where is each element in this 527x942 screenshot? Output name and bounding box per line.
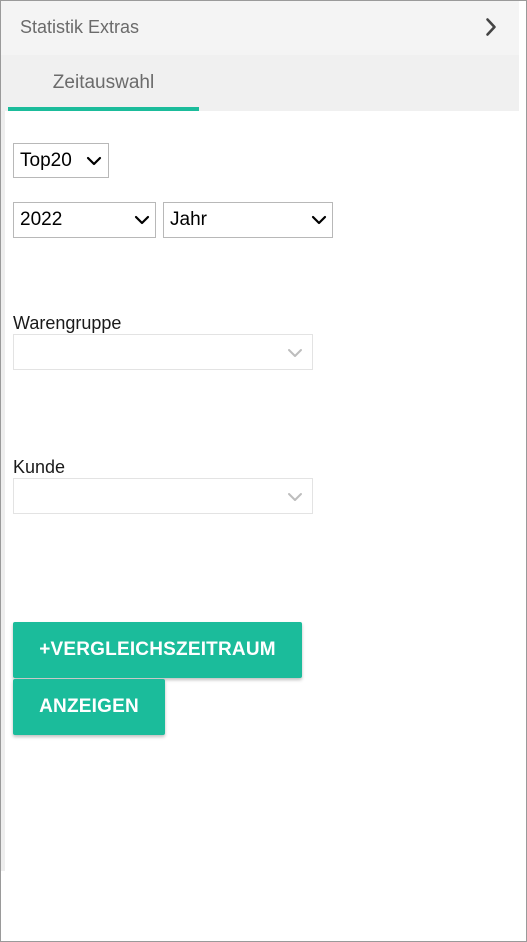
add-comparison-period-label: +VERGLEICHSZEITRAUM bbox=[39, 639, 276, 660]
chevron-down-icon bbox=[310, 211, 328, 229]
panel-title: Statistik Extras bbox=[20, 17, 140, 37]
left-rail bbox=[1, 111, 5, 871]
chevron-down-icon bbox=[286, 344, 304, 362]
chevron-right-icon[interactable] bbox=[479, 15, 503, 39]
period-select-value: Jahr bbox=[170, 209, 207, 230]
chevron-down-icon bbox=[133, 211, 151, 229]
year-select[interactable]: 2022 bbox=[13, 202, 156, 238]
panel-header: Statistik Extras bbox=[1, 1, 519, 55]
period-select[interactable]: Jahr bbox=[163, 202, 333, 238]
kunde-label: Kunde bbox=[13, 457, 66, 477]
add-comparison-period-button[interactable]: +VERGLEICHSZEITRAUM bbox=[13, 622, 302, 678]
warengruppe-label: Warengruppe bbox=[13, 313, 122, 333]
app-frame: Statistik Extras Zeitauswahl Top20 2022 bbox=[0, 0, 527, 942]
tab-active-indicator bbox=[8, 107, 199, 111]
tab-zeitauswahl[interactable]: Zeitauswahl bbox=[8, 55, 199, 111]
warengruppe-select[interactable] bbox=[13, 334, 313, 370]
chevron-down-icon bbox=[286, 488, 304, 506]
show-button-label: ANZEIGEN bbox=[39, 696, 139, 717]
show-button[interactable]: ANZEIGEN bbox=[13, 679, 165, 735]
kunde-select[interactable] bbox=[13, 478, 313, 514]
chevron-down-icon bbox=[85, 152, 103, 170]
tab-bar: Zeitauswahl bbox=[1, 55, 519, 111]
tab-label: Zeitauswahl bbox=[52, 72, 155, 93]
top-select-value: Top20 bbox=[20, 150, 72, 171]
top-select[interactable]: Top20 bbox=[13, 143, 109, 178]
year-select-value: 2022 bbox=[20, 209, 63, 230]
